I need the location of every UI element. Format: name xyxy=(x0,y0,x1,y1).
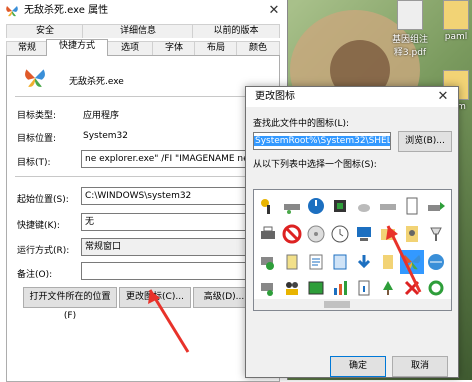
drive-icon[interactable] xyxy=(378,196,398,216)
document-icon[interactable] xyxy=(402,196,422,216)
horizontal-scrollbar[interactable] xyxy=(254,299,451,310)
computer-icon[interactable] xyxy=(354,224,374,244)
butterfly-icon xyxy=(6,6,18,17)
tab-security[interactable]: 安全 xyxy=(6,24,84,38)
divider xyxy=(15,96,271,97)
icon-list-label: 从以下列表中选择一个图标(S): xyxy=(253,160,377,170)
stats-icon[interactable] xyxy=(330,278,350,298)
change-icon-body: 查找此文件中的图标(L): SystemRoot%\System32\SHELL… xyxy=(246,107,458,377)
desktop-icon-label: paml xyxy=(444,32,468,42)
drive-arrow-icon[interactable] xyxy=(426,196,446,216)
drive-network-icon[interactable] xyxy=(282,196,302,216)
file-icon[interactable] xyxy=(378,252,398,272)
change-icon-title: 更改图标 xyxy=(255,91,295,102)
change-icon-dialog: 更改图标 ✕ 查找此文件中的图标(L): SystemRoot%\System3… xyxy=(245,86,459,378)
scrollbar-thumb[interactable] xyxy=(324,301,350,308)
delete-icon[interactable] xyxy=(402,278,422,298)
icon-list[interactable] xyxy=(253,189,452,311)
user-doc-icon[interactable] xyxy=(402,224,422,244)
shortcut-tab-panel: 无敌杀死.exe 目标类型: 应用程序 目标位置: System32 目标(T)… xyxy=(6,55,280,382)
tab-shortcut[interactable]: 快捷方式 xyxy=(46,39,108,56)
ok-button[interactable]: 确定 xyxy=(330,356,386,377)
tab-previous-versions[interactable]: 以前的版本 xyxy=(192,24,280,38)
people-icon[interactable] xyxy=(282,278,302,298)
close-icon[interactable]: ✕ xyxy=(434,88,452,106)
folder-icon xyxy=(443,0,469,30)
tab-font[interactable]: 字体 xyxy=(152,41,196,55)
tab-general[interactable]: 常规 xyxy=(6,41,48,55)
notepad-icon[interactable] xyxy=(282,252,302,272)
selected-icon-cell[interactable] xyxy=(400,250,424,274)
mouse-icon[interactable] xyxy=(354,196,374,216)
change-icon-button[interactable]: 更改图标(C)... xyxy=(119,287,191,308)
start-in-label: 起始位置(S): xyxy=(17,195,69,205)
clock-icon[interactable] xyxy=(330,224,350,244)
butterfly-icon xyxy=(25,69,45,87)
tab-colors[interactable]: 颜色 xyxy=(236,41,280,55)
open-file-location-button[interactable]: 打开文件所在的位置(F) xyxy=(23,287,117,321)
run-select-value: 常规窗口 xyxy=(85,242,122,252)
network-ok-icon[interactable] xyxy=(258,252,278,272)
butterfly-icon xyxy=(403,254,421,270)
target-type-label: 目标类型: xyxy=(17,111,57,121)
comment-label: 备注(O): xyxy=(17,270,53,280)
divider xyxy=(15,176,271,177)
doc-blue-icon[interactable] xyxy=(330,252,350,272)
tab-layout[interactable]: 布局 xyxy=(194,41,238,55)
printer-icon[interactable] xyxy=(258,224,278,244)
shortcut-key-label: 快捷键(K): xyxy=(17,221,60,231)
photo-icon[interactable] xyxy=(306,278,326,298)
close-icon[interactable]: ✕ xyxy=(265,2,283,20)
refresh-icon[interactable] xyxy=(426,278,446,298)
cancel-button[interactable]: 取消 xyxy=(392,356,448,377)
chip-icon[interactable] xyxy=(330,196,350,216)
browse-button[interactable]: 浏览(B)... xyxy=(398,131,452,152)
run-label: 运行方式(R): xyxy=(17,246,70,256)
icon-path-input[interactable]: SystemRoot%\System32\SHELL32.dll xyxy=(253,132,391,150)
target-location-label: 目标位置: xyxy=(17,134,57,144)
folder-doc-icon[interactable] xyxy=(378,224,398,244)
desktop-icon-pdf[interactable]: 基因组注释3.pdf xyxy=(390,0,430,58)
no-entry-icon[interactable] xyxy=(282,224,302,244)
network-share-icon[interactable] xyxy=(258,278,278,298)
power-icon[interactable] xyxy=(306,196,326,216)
tree-icon[interactable] xyxy=(378,278,398,298)
tab-details[interactable]: 详细信息 xyxy=(82,24,194,38)
notes-icon[interactable] xyxy=(306,252,326,272)
properties-title: 无敌杀死.exe 属性 xyxy=(24,5,109,16)
app-name: 无敌杀死.exe xyxy=(69,77,124,87)
desktop-icon-paml[interactable]: paml xyxy=(436,0,472,42)
change-icon-title-bar[interactable]: 更改图标 ✕ xyxy=(246,87,458,107)
desktop-icon-label: 基因组注释3.pdf xyxy=(391,35,428,58)
download-icon[interactable] xyxy=(354,252,374,272)
document-arrow-icon[interactable] xyxy=(354,278,374,298)
target-location-value: System32 xyxy=(83,131,129,141)
key-icon[interactable] xyxy=(258,196,278,216)
icon-path-value: SystemRoot%\System32\SHELL32.dll xyxy=(254,136,390,146)
find-icons-label: 查找此文件中的图标(L): xyxy=(253,119,350,129)
target-type-value: 应用程序 xyxy=(83,111,120,121)
globe-icon[interactable] xyxy=(426,252,446,272)
tab-options[interactable]: 选项 xyxy=(106,41,154,55)
lamp-icon[interactable] xyxy=(426,224,446,244)
disc-icon[interactable] xyxy=(306,224,326,244)
properties-title-bar[interactable]: 无敌杀死.exe 属性 ✕ xyxy=(0,0,287,22)
target-label: 目标(T): xyxy=(17,158,51,168)
pdf-file-icon xyxy=(397,0,423,30)
